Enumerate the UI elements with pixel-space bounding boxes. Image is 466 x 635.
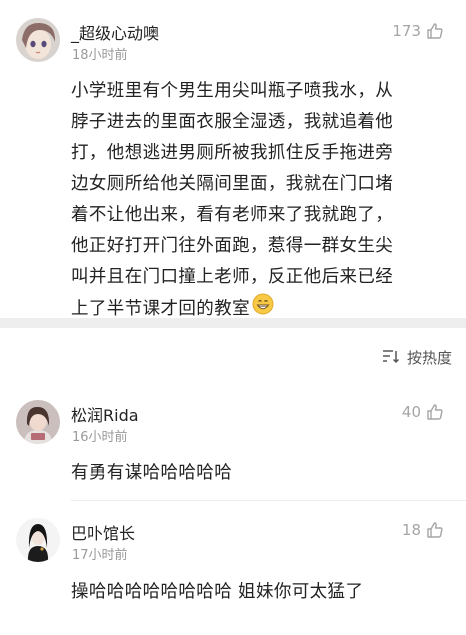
- post-line: 叫并且在门口撞上老师，反正他后来已经: [71, 267, 394, 287]
- post-line: 边女厕所给他关隔间里面，我就在门口堵: [71, 174, 394, 194]
- comment-time: 16小时前: [72, 430, 128, 445]
- main-post: _超级心动噢 18小时前 173 小学班里有个男生用尖叫瓶子喷我水，从 脖子进去…: [0, 0, 466, 319]
- post-line: 打，他想逃进男厕所被我抓住反手拖进旁: [71, 143, 394, 163]
- comment-avatar[interactable]: [16, 400, 60, 444]
- comment-time: 17小时前: [72, 548, 128, 563]
- post-like-count: 173: [392, 22, 421, 40]
- comment-username[interactable]: 巴卟馆长: [71, 520, 135, 544]
- post-line: 脖子进去的里面衣服全湿透，我就追着他: [71, 112, 394, 132]
- comment-like-button[interactable]: 40: [402, 403, 444, 421]
- comment-like-count: 18: [401, 521, 421, 539]
- sort-icon: [381, 348, 401, 368]
- section-divider: [0, 318, 466, 328]
- thumb-up-icon: [426, 521, 444, 539]
- comment-separator: [71, 500, 466, 501]
- comment-username[interactable]: 松润Rida: [71, 402, 139, 426]
- comment-avatar[interactable]: [16, 518, 60, 562]
- post-line: 着不让他出来，看有老师来了我就跑了，: [71, 205, 394, 225]
- post-username[interactable]: _超级心动噢: [71, 20, 159, 44]
- comment-like-button[interactable]: 18: [402, 521, 444, 539]
- post-line: 小学班里有个男生用尖叫瓶子喷我水，从: [71, 81, 394, 101]
- comment-text: 操哈哈哈哈哈哈哈哈 姐妹你可太猛了: [71, 582, 364, 602]
- comment-like-count: 40: [401, 403, 421, 421]
- thumb-up-icon: [426, 403, 444, 421]
- thumb-up-icon: [426, 22, 444, 40]
- post-content: 小学班里有个男生用尖叫瓶子喷我水，从 脖子进去的里面衣服全湿透，我就追着他 打，…: [71, 76, 443, 326]
- post-time: 18小时前: [72, 48, 128, 63]
- post-avatar[interactable]: [16, 18, 60, 62]
- comment-text: 有勇有谋哈哈哈哈哈: [71, 463, 233, 483]
- post-line: 他正好打开门往外面跑，惹得一群女生尖: [71, 236, 394, 256]
- sort-label: 按热度: [406, 349, 452, 367]
- sort-by-hot-button[interactable]: 按热度: [381, 347, 452, 368]
- post-like-button[interactable]: 173: [392, 22, 444, 40]
